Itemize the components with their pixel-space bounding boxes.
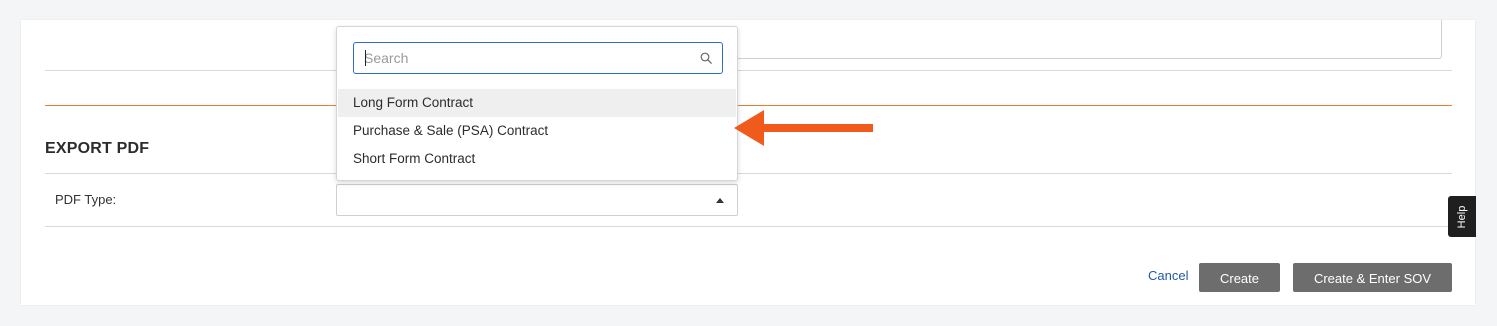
caret-up-icon bbox=[716, 198, 724, 203]
search-field[interactable] bbox=[353, 42, 723, 74]
pdf-type-select[interactable] bbox=[336, 184, 738, 216]
section-title: EXPORT PDF bbox=[45, 140, 150, 157]
option-psa-contract[interactable]: Purchase & Sale (PSA) Contract bbox=[338, 117, 736, 145]
option-short-form-contract[interactable]: Short Form Contract bbox=[338, 145, 736, 173]
text-cursor bbox=[365, 50, 366, 66]
cancel-link[interactable]: Cancel bbox=[1148, 268, 1188, 283]
help-tab[interactable]: Help bbox=[1448, 196, 1476, 237]
search-input[interactable] bbox=[364, 43, 684, 73]
row-divider bbox=[45, 226, 1452, 227]
row-divider bbox=[45, 70, 1452, 71]
row-divider bbox=[45, 173, 1452, 174]
help-label: Help bbox=[1456, 205, 1468, 228]
annotation-arrow-icon bbox=[734, 110, 873, 146]
pdf-type-label: PDF Type: bbox=[55, 192, 117, 207]
option-long-form-contract[interactable]: Long Form Contract bbox=[338, 89, 736, 117]
section-divider bbox=[45, 105, 1452, 106]
create-button[interactable]: Create bbox=[1199, 263, 1280, 292]
create-enter-sov-button[interactable]: Create & Enter SOV bbox=[1293, 263, 1452, 292]
pdf-type-dropdown: Long Form Contract Purchase & Sale (PSA)… bbox=[336, 26, 738, 181]
search-icon bbox=[700, 52, 712, 64]
